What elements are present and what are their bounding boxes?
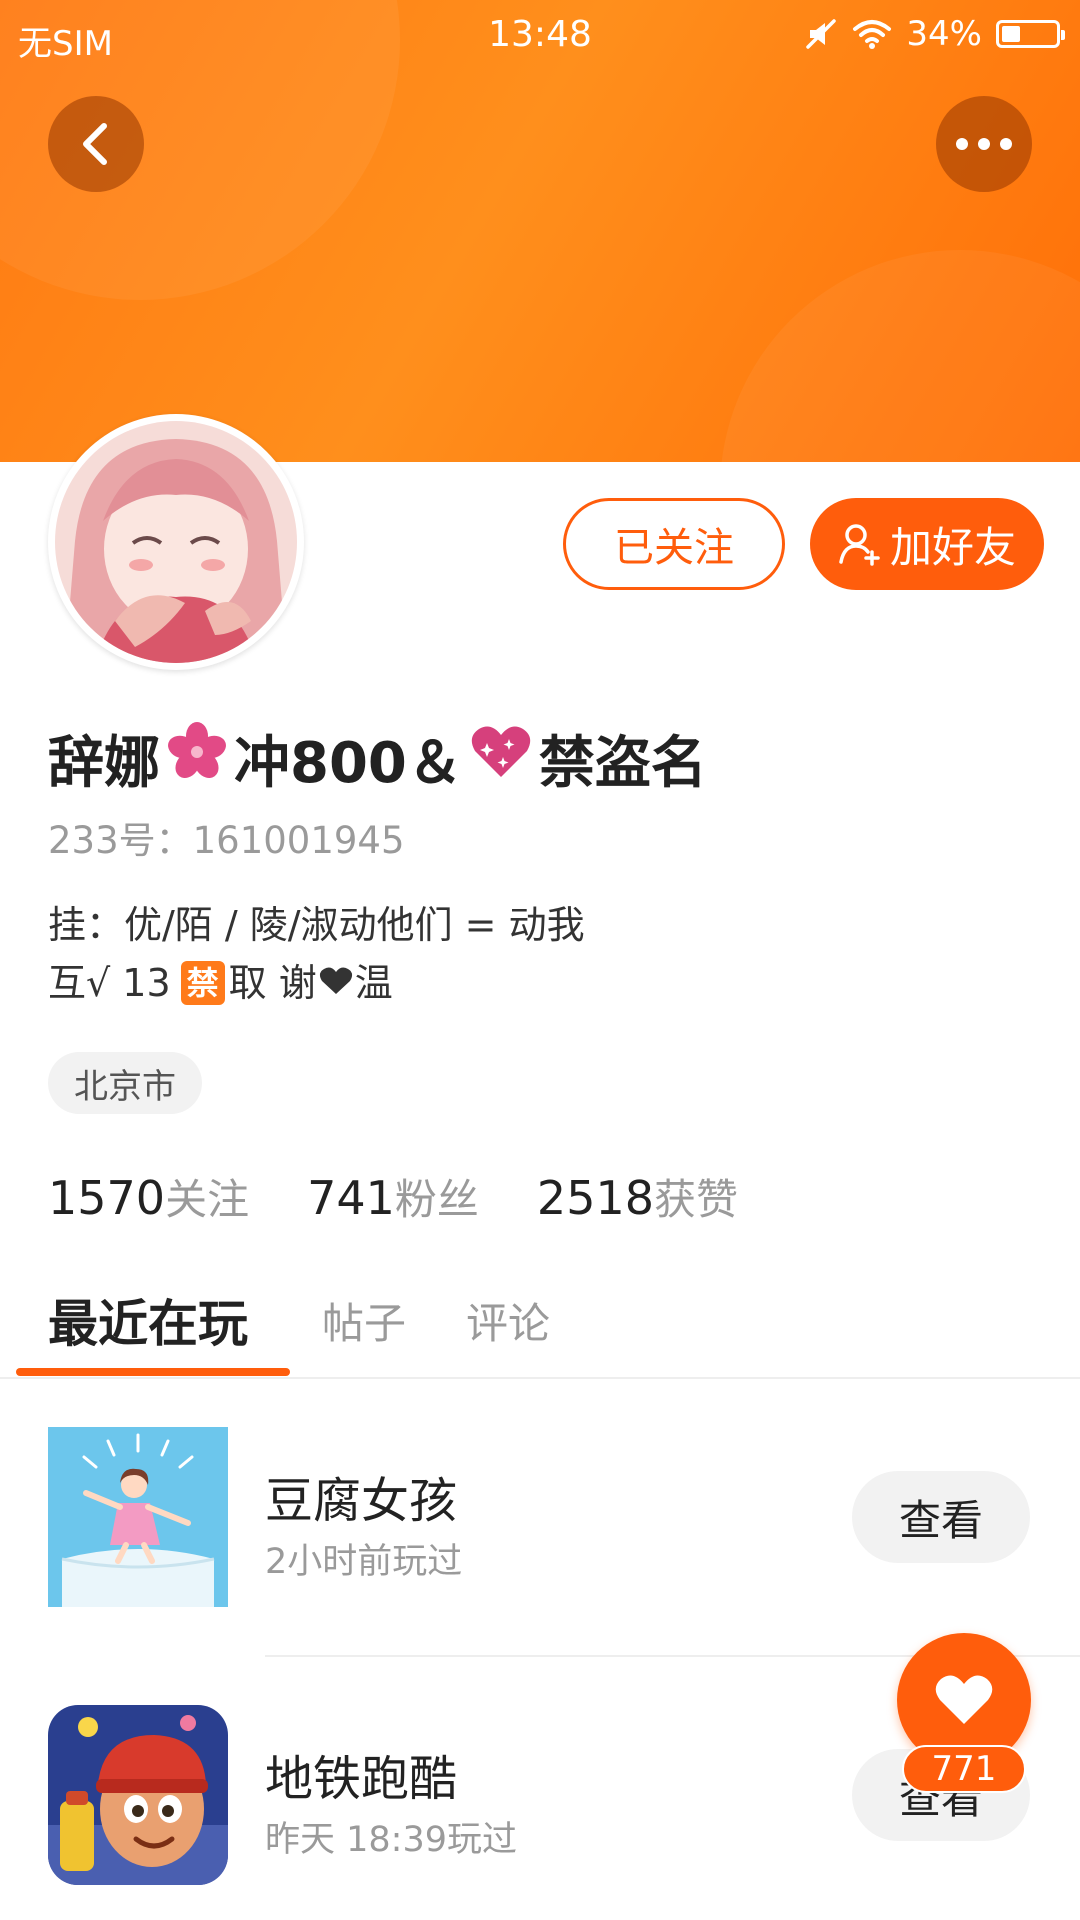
stat-value: 1570 [48, 1171, 166, 1225]
game-last-played: 2小时前玩过 [265, 1542, 463, 1582]
bio-line: 互√ 13 禁 取 谢 温 [48, 954, 585, 1012]
sakura-flower-icon [166, 721, 228, 797]
stat-likes[interactable]: 2518 获赞 [537, 1166, 738, 1227]
stat-label: 粉丝 [394, 1175, 479, 1224]
status-icons: 34% [804, 14, 1065, 54]
stat-value: 741 [307, 1171, 395, 1225]
tab-recently-played[interactable]: 最近在玩 [48, 1272, 248, 1368]
user-id: 233号：161001945 [48, 819, 405, 862]
mute-icon [804, 17, 838, 51]
status-bar: 无SIM 13:48 34% [0, 0, 1080, 72]
bio: 挂：优/陌 / 陵/淑动他们 = 动我 互√ 13 禁 取 谢 温 [48, 896, 585, 1012]
anime-girl-avatar [55, 421, 297, 663]
stat-followers[interactable]: 741 粉丝 [307, 1166, 479, 1227]
battery-tip [1061, 30, 1065, 40]
ban-badge: 禁 [180, 961, 225, 1005]
stat-label: 关注 [165, 1175, 250, 1224]
add-friend-button[interactable]: 加好友 [810, 498, 1044, 590]
active-tab-indicator [16, 1368, 290, 1376]
heart-icon [935, 1675, 993, 1724]
more-options-button[interactable] [936, 96, 1032, 192]
profile-stats: 1570 关注 741 粉丝 2518 获赞 [48, 1166, 796, 1227]
tab-comments[interactable]: 评论 [466, 1272, 550, 1368]
bio-text: 互√ 13 [48, 961, 171, 1005]
header-decoration [720, 250, 1080, 462]
battery-level [1002, 26, 1020, 42]
avatar[interactable] [48, 414, 304, 670]
bio-text: 温 [354, 961, 393, 1005]
following-button[interactable]: 已关注 [563, 498, 785, 590]
view-button[interactable]: 查看 [852, 1471, 1030, 1563]
back-button[interactable] [48, 96, 144, 192]
nickname-text: 冲800＆ [234, 731, 463, 796]
add-friend-label: 加好友 [889, 522, 1016, 572]
game-name: 豆腐女孩 [265, 1473, 458, 1529]
profile-tabs: 最近在玩 帖子 评论 [0, 1272, 1080, 1376]
bio-text: 取 谢 [228, 961, 317, 1005]
sparkling-heart-icon [469, 723, 533, 795]
tofu-girl-game-icon[interactable] [48, 1427, 228, 1607]
subway-surfers-game-icon[interactable] [48, 1705, 228, 1885]
stat-following[interactable]: 1570 关注 [48, 1166, 249, 1227]
battery-percent: 34% [906, 14, 982, 54]
profile-header-banner: 无SIM 13:48 34% [0, 0, 1080, 462]
nickname: 辞娜 冲800＆ 禁盗名 [48, 718, 707, 799]
battery-icon [996, 20, 1065, 48]
game-name: 地铁跑酷 [265, 1751, 458, 1807]
nickname-text: 禁盗名 [538, 731, 707, 796]
more-horizontal-icon [956, 138, 1012, 150]
heart-emoji-icon [319, 954, 353, 1012]
chevron-left-icon [83, 123, 107, 165]
location-tag: 北京市 [48, 1052, 202, 1114]
list-item[interactable]: 豆腐女孩 2小时前玩过 查看 [0, 1395, 1080, 1635]
nickname-text: 辞娜 [48, 731, 160, 796]
wifi-icon [852, 18, 892, 50]
stat-value: 2518 [536, 1171, 654, 1225]
divider [0, 1377, 1080, 1379]
add-user-icon [839, 524, 880, 566]
bio-line: 挂：优/陌 / 陵/淑动他们 = 动我 [48, 903, 585, 947]
like-count: 771 [902, 1745, 1026, 1793]
tab-posts[interactable]: 帖子 [322, 1272, 406, 1368]
game-last-played: 昨天 18:39玩过 [265, 1820, 517, 1860]
stat-label: 获赞 [654, 1175, 739, 1224]
